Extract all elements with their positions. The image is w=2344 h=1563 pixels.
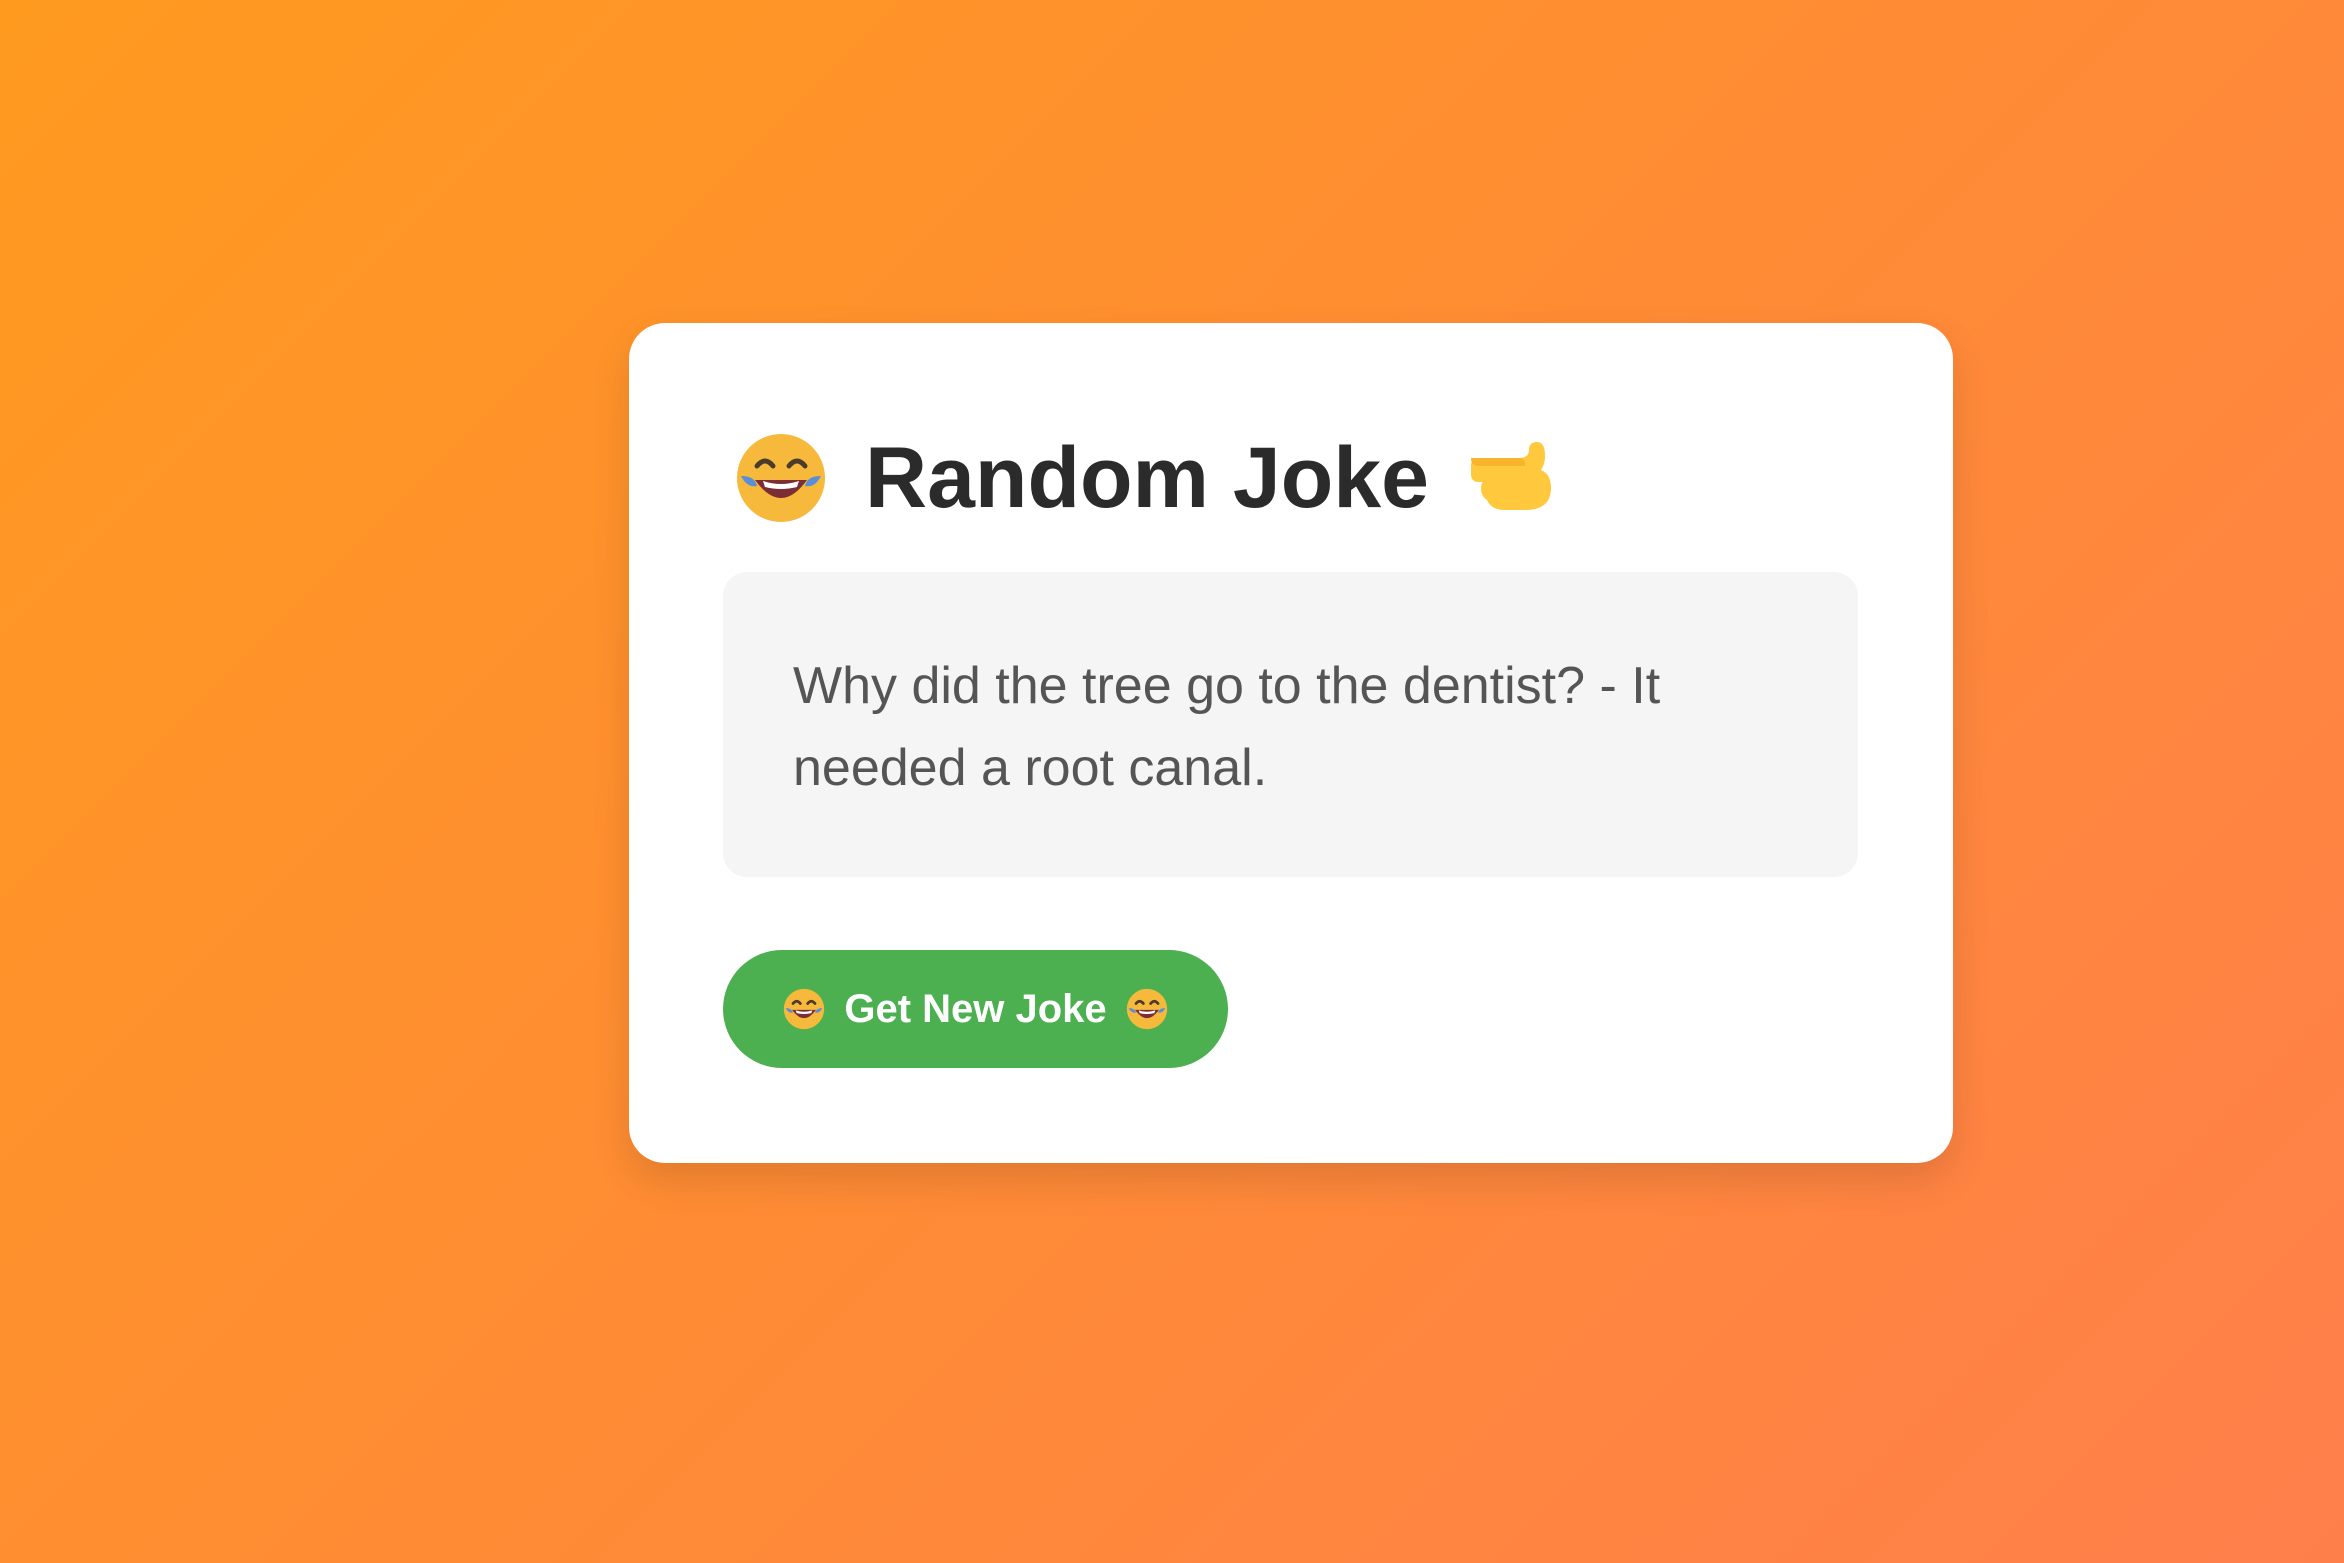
joke-box: Why did the tree go to the dentist? - It…	[723, 572, 1858, 877]
get-new-joke-label: Get New Joke	[844, 986, 1107, 1031]
get-new-joke-button[interactable]: Get New Joke	[723, 950, 1228, 1068]
face-with-tears-of-joy-icon	[782, 987, 826, 1031]
face-with-tears-of-joy-icon	[733, 430, 829, 526]
title-row: Random Joke	[733, 423, 1561, 533]
pointing-hand-icon	[1465, 436, 1561, 520]
joke-text: Why did the tree go to the dentist? - It…	[793, 657, 1661, 797]
page-title: Random Joke	[865, 429, 1429, 526]
face-with-tears-of-joy-icon	[1125, 987, 1169, 1031]
joke-card: Random Joke Why did the tree go to the d…	[629, 323, 1953, 1163]
